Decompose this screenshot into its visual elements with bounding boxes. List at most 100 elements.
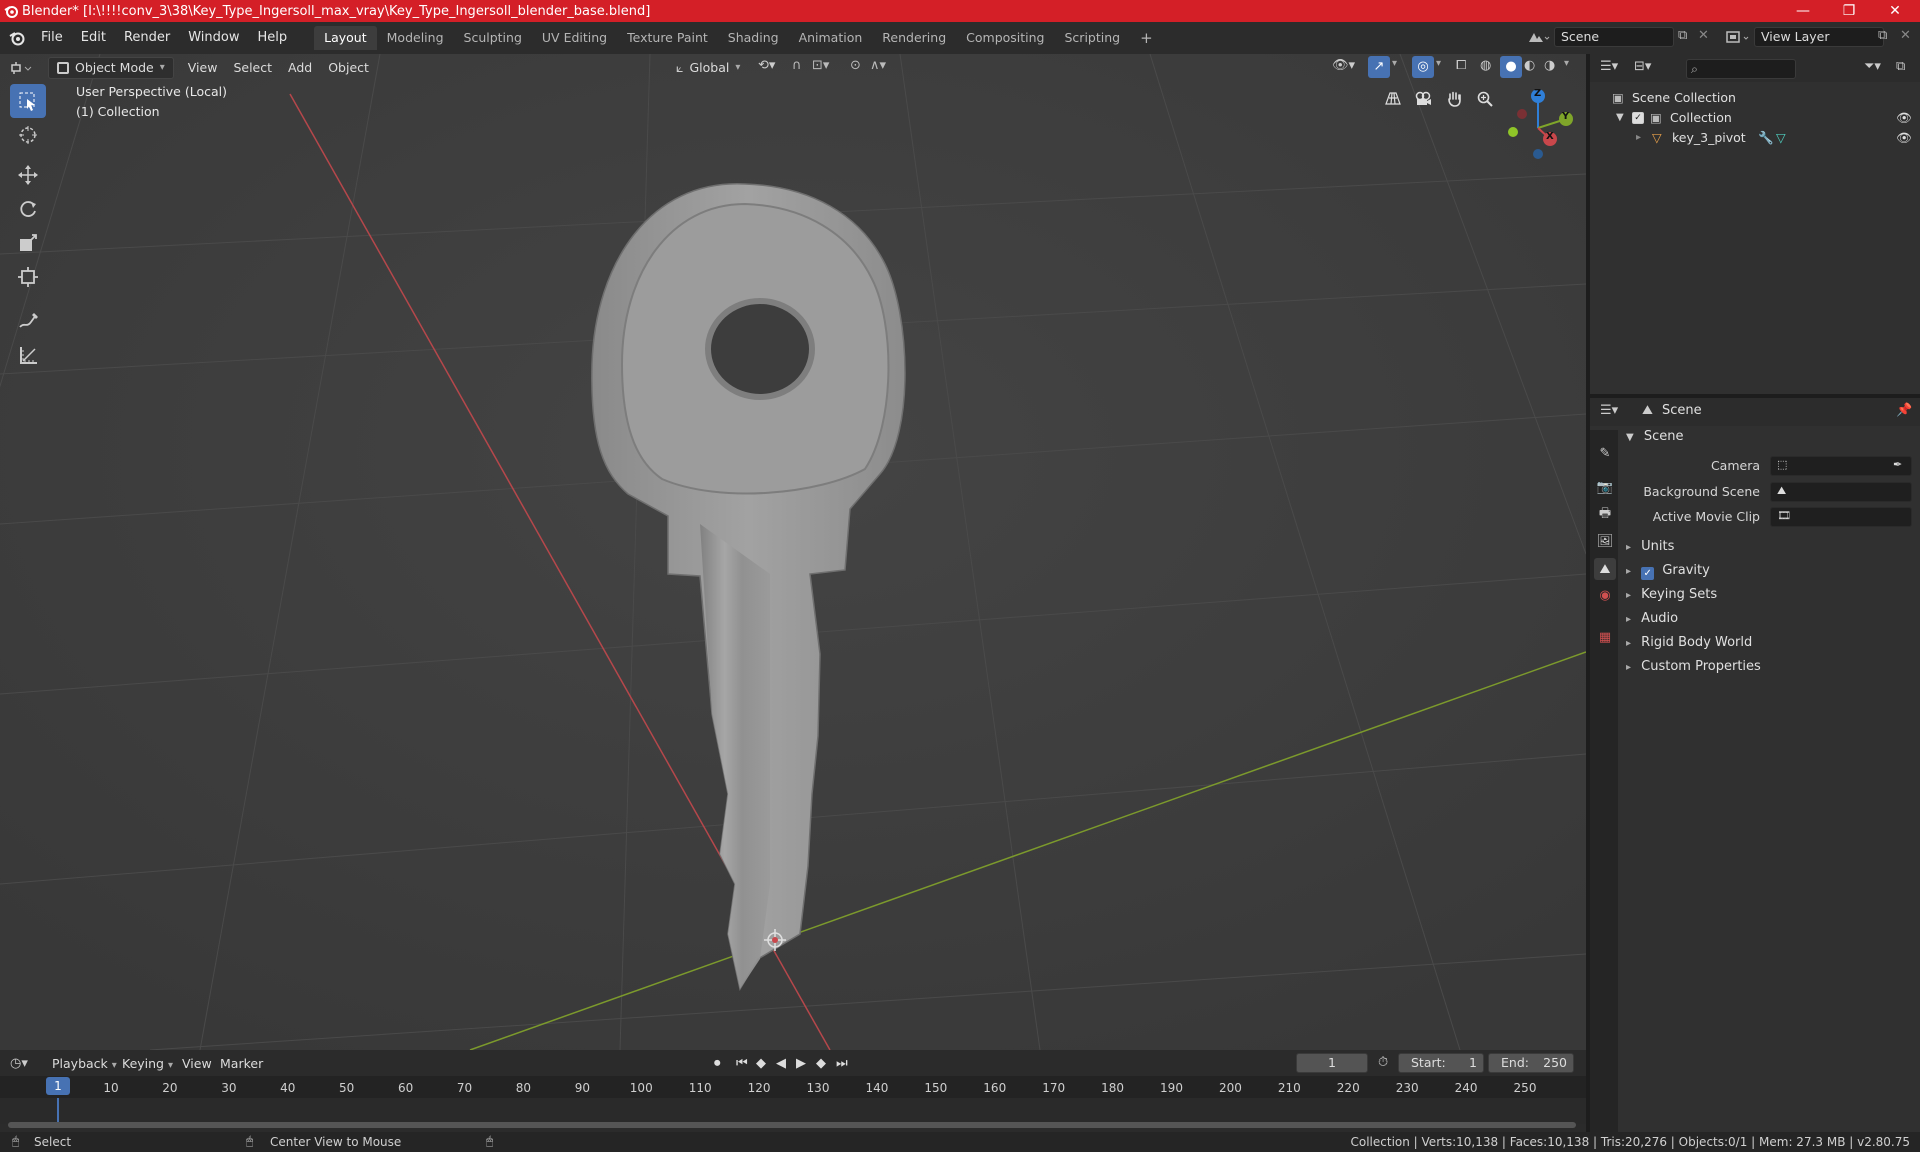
outliner-row-scene-collection[interactable]: ▣ Scene Collection bbox=[1590, 88, 1920, 108]
overlay-menu-chevron-icon[interactable]: ▾ bbox=[1436, 58, 1441, 69]
rotate-tool[interactable] bbox=[10, 192, 46, 226]
stopwatch-icon[interactable]: ⏱ bbox=[1378, 1055, 1388, 1070]
start-frame-field[interactable]: Start: 1 bbox=[1398, 1053, 1484, 1073]
tab-rendering[interactable]: Rendering bbox=[872, 26, 956, 50]
camera-field[interactable]: ⬚ ✒ bbox=[1770, 456, 1912, 476]
tab-texture-icon[interactable]: ▦ bbox=[1594, 626, 1616, 648]
tab-view-layer-icon[interactable]: 🖼 bbox=[1594, 530, 1616, 552]
selectability-icon[interactable]: 👁▾ bbox=[1332, 58, 1355, 73]
visibility-eye-icon[interactable]: 👁 bbox=[1896, 108, 1912, 128]
snap-icon[interactable]: ∩ bbox=[792, 58, 802, 73]
maximize-button[interactable]: ❐ bbox=[1826, 0, 1872, 22]
end-frame-field[interactable]: End: 250 bbox=[1488, 1053, 1574, 1073]
display-mode-icon[interactable]: ⊟▾ bbox=[1634, 59, 1651, 74]
outliner-search-input[interactable]: ⌕ bbox=[1686, 59, 1796, 79]
move-tool[interactable] bbox=[10, 158, 46, 192]
timeline-menu-marker[interactable]: Marker bbox=[212, 1053, 271, 1075]
pan-view-button[interactable] bbox=[1441, 86, 1467, 112]
editor-type-icon[interactable] bbox=[10, 57, 40, 79]
menu-file[interactable]: File bbox=[32, 27, 72, 49]
tab-world-icon[interactable]: ◉ bbox=[1594, 584, 1616, 606]
zoom-view-button[interactable] bbox=[1472, 86, 1498, 112]
outliner-row-object[interactable]: ▸ ▽ key_3_pivot 🔧 ▽ 👁 bbox=[1590, 128, 1920, 148]
navigation-gizmo[interactable]: Z Y X bbox=[1496, 86, 1580, 166]
shading-menu-chevron-icon[interactable]: ▾ bbox=[1564, 58, 1569, 69]
keying-sets-panel-header[interactable]: ▸ Keying Sets bbox=[1622, 584, 1916, 606]
mesh-data-icon[interactable]: ▽ bbox=[1776, 128, 1786, 148]
outliner-row-collection[interactable]: ▼ ✓ ▣ Collection 👁 bbox=[1590, 108, 1920, 128]
exclude-checkbox[interactable]: ✓ bbox=[1632, 112, 1644, 124]
close-button[interactable]: ✕ bbox=[1872, 0, 1918, 22]
outliner-editor-type-icon[interactable]: ☰▾ bbox=[1600, 59, 1618, 74]
tab-animation[interactable]: Animation bbox=[789, 26, 873, 50]
visibility-eye-icon[interactable]: 👁 bbox=[1896, 128, 1912, 148]
menu-render[interactable]: Render bbox=[115, 27, 179, 49]
viewport-menu-select[interactable]: Select bbox=[225, 57, 280, 79]
material-shading-icon[interactable]: ◐ bbox=[1524, 58, 1535, 73]
timeline-editor-type-icon[interactable]: ◷▾ bbox=[10, 1056, 28, 1071]
rendered-shading-icon[interactable]: ◑ bbox=[1544, 58, 1555, 73]
tab-scripting[interactable]: Scripting bbox=[1055, 26, 1131, 50]
3d-viewport[interactable] bbox=[0, 54, 1586, 1050]
toggle-camera-ortho-button[interactable] bbox=[1380, 86, 1406, 112]
delete-scene-icon[interactable]: ✕ bbox=[1698, 28, 1709, 43]
record-icon[interactable]: ⏺ bbox=[714, 1056, 721, 1071]
expand-arrow-icon[interactable]: ▸ bbox=[1636, 128, 1641, 148]
transform-orientation-selector[interactable]: ⟀ Global ▾ bbox=[668, 57, 748, 79]
modifier-wrench-icon[interactable]: 🔧 bbox=[1758, 128, 1774, 148]
current-frame-field[interactable]: 1 bbox=[1296, 1053, 1368, 1073]
menu-window[interactable]: Window bbox=[179, 27, 248, 49]
new-view-layer-icon[interactable]: ⧉ bbox=[1878, 28, 1887, 43]
falloff-icon[interactable]: ∧▾ bbox=[870, 58, 886, 73]
play-icon[interactable]: ▶ bbox=[796, 1056, 806, 1071]
gravity-checkbox[interactable]: ✓ bbox=[1641, 567, 1655, 580]
cursor-tool[interactable] bbox=[10, 118, 46, 152]
view-layer-icon[interactable] bbox=[1724, 28, 1752, 48]
gizmo-menu-chevron-icon[interactable]: ▾ bbox=[1392, 58, 1397, 69]
tab-sculpting[interactable]: Sculpting bbox=[454, 26, 532, 50]
tab-texture-paint[interactable]: Texture Paint bbox=[617, 26, 718, 50]
solid-shading-icon[interactable]: ● bbox=[1500, 56, 1522, 78]
filter-icon[interactable]: ⏷▾ bbox=[1864, 59, 1881, 74]
keyframe-area[interactable] bbox=[0, 1098, 1586, 1124]
snap-target-icon[interactable]: ⊡▾ bbox=[812, 58, 829, 73]
overlay-toggle-icon[interactable]: ◎ bbox=[1412, 56, 1434, 78]
background-scene-field[interactable]: ⛰ bbox=[1770, 482, 1912, 502]
tab-shading[interactable]: Shading bbox=[718, 26, 789, 50]
scale-tool[interactable] bbox=[10, 226, 46, 260]
blender-menu-icon[interactable] bbox=[8, 29, 26, 47]
transform-tool[interactable] bbox=[10, 260, 46, 294]
jump-start-icon[interactable]: ⏮ bbox=[736, 1056, 748, 1071]
jump-keyframe-back-icon[interactable]: ◆ bbox=[756, 1056, 766, 1071]
proportional-edit-icon[interactable]: ⊙ bbox=[850, 58, 861, 73]
timeline-menu-playback[interactable]: Playback ▾ bbox=[44, 1053, 125, 1075]
camera-view-button[interactable] bbox=[1410, 86, 1436, 112]
measure-tool[interactable] bbox=[10, 338, 46, 372]
jump-end-icon[interactable]: ⏭ bbox=[836, 1056, 848, 1071]
jump-keyframe-forward-icon[interactable]: ◆ bbox=[816, 1056, 826, 1071]
timeline-scrollbar[interactable] bbox=[8, 1122, 1576, 1128]
eyedropper-icon[interactable]: ✒ bbox=[1893, 458, 1902, 471]
tab-scene-icon[interactable]: ⛰ bbox=[1594, 558, 1616, 580]
tab-compositing[interactable]: Compositing bbox=[956, 26, 1054, 50]
active-movie-clip-field[interactable]: 🎞 bbox=[1770, 507, 1912, 527]
viewport-menu-object[interactable]: Object bbox=[320, 57, 377, 79]
viewport-menu-add[interactable]: Add bbox=[280, 57, 320, 79]
scene-name-field[interactable]: Scene bbox=[1554, 27, 1674, 47]
view-layer-field[interactable]: View Layer bbox=[1754, 27, 1884, 47]
delete-view-layer-icon[interactable]: ✕ bbox=[1900, 28, 1911, 43]
add-workspace-button[interactable]: + bbox=[1130, 26, 1163, 50]
scene-type-icon[interactable] bbox=[1526, 28, 1550, 48]
new-collection-icon[interactable]: ⧉ bbox=[1896, 59, 1905, 74]
wireframe-shading-icon[interactable]: ◍ bbox=[1480, 58, 1491, 73]
viewport-menu-view[interactable]: View bbox=[180, 57, 226, 79]
tab-modeling[interactable]: Modeling bbox=[377, 26, 454, 50]
current-frame-indicator[interactable]: 1 bbox=[46, 1077, 70, 1095]
xray-toggle-icon[interactable]: ⧠ bbox=[1456, 58, 1466, 73]
mode-selector[interactable]: Object Mode ▾ bbox=[48, 57, 174, 79]
pin-icon[interactable]: 📌 bbox=[1896, 403, 1912, 418]
tab-layout[interactable]: Layout bbox=[314, 26, 377, 50]
expand-arrow-icon[interactable]: ▼ bbox=[1616, 108, 1624, 128]
minimize-button[interactable]: — bbox=[1780, 0, 1826, 22]
pivot-point-icon[interactable]: ⟲▾ bbox=[758, 58, 775, 73]
